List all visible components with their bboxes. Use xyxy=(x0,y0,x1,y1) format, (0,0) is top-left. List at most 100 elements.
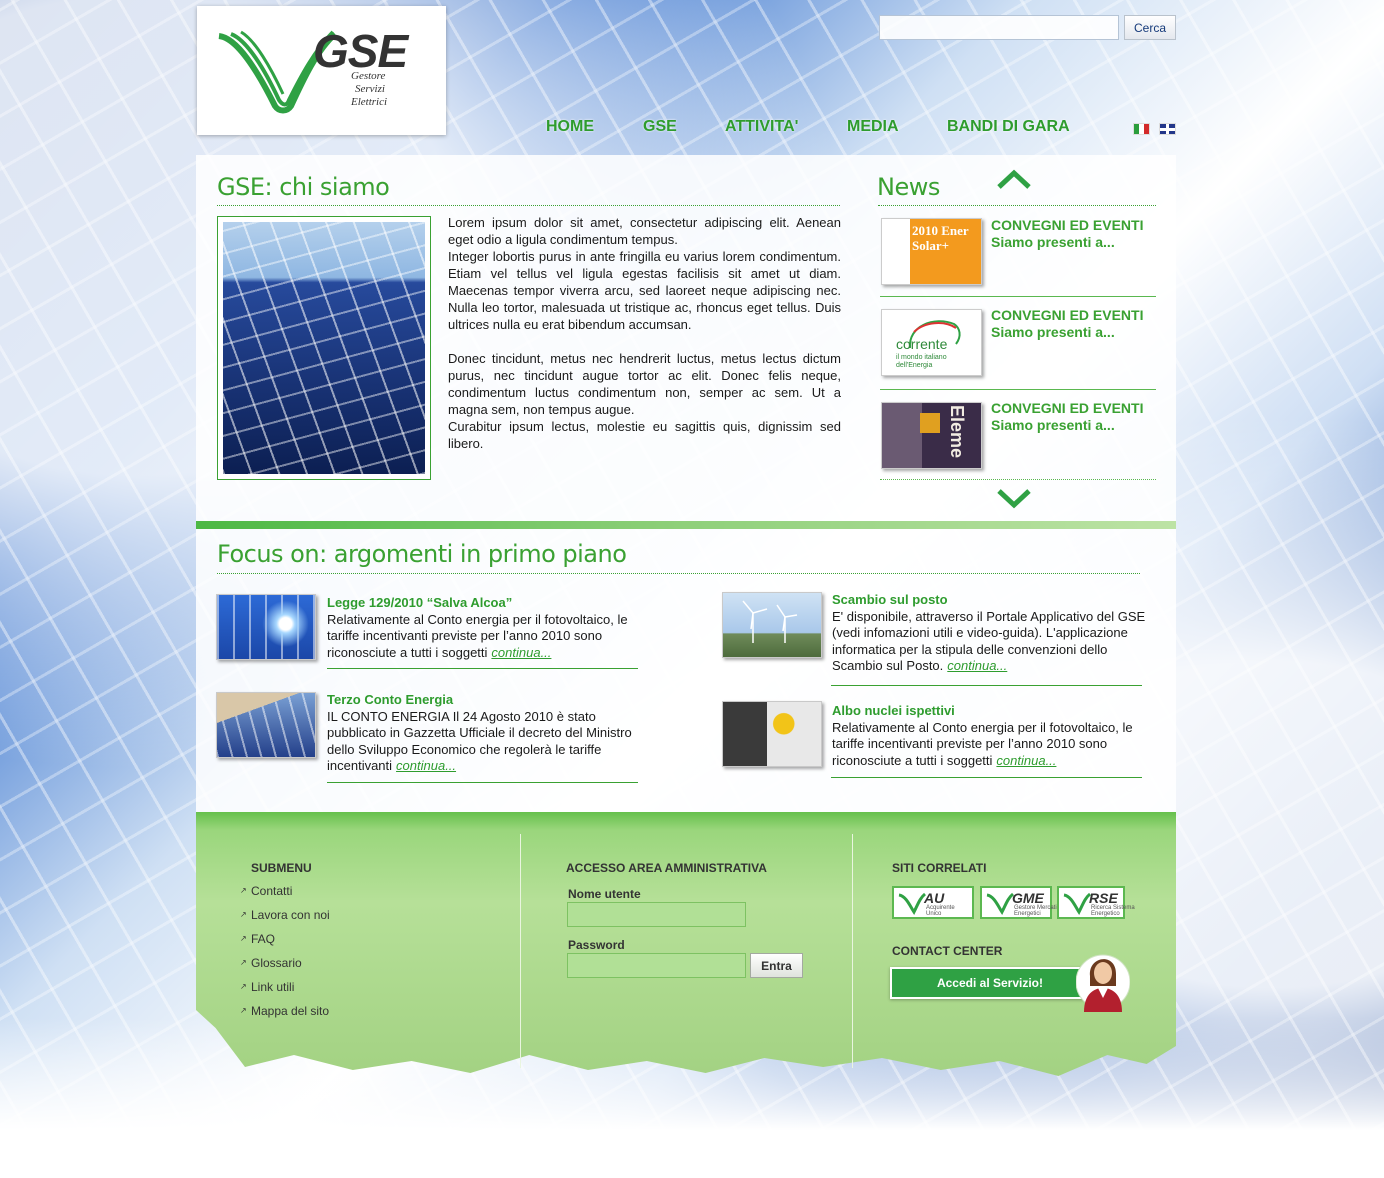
news-item[interactable]: corrente il mondo italiano dell'Energia … xyxy=(880,297,1156,390)
operator-avatar-icon xyxy=(1076,954,1130,1012)
username-label: Nome utente xyxy=(568,887,641,901)
focus-divider xyxy=(217,573,1140,574)
focus-thumb-inspector[interactable] xyxy=(722,701,822,767)
site-abbr: RSE xyxy=(1089,890,1118,906)
italian-flag-icon[interactable] xyxy=(1133,123,1150,135)
news-thumb-enersolar: 2010 Ener Solar+ xyxy=(881,218,982,285)
about-paragraph: Curabitur ipsum lectus, molestie eu sagi… xyxy=(448,419,841,451)
thumb-text: Eleme xyxy=(947,405,967,459)
solar-panels-photo xyxy=(223,222,425,474)
gse-logo[interactable]: GSE Gestore Servizi Elettrici xyxy=(197,6,446,135)
rse-swoosh-icon xyxy=(1063,892,1091,915)
search-input[interactable] xyxy=(879,15,1119,40)
logo-subtitle: Gestore Servizi Elettrici xyxy=(351,70,411,109)
nav-bandi-di-gara[interactable]: BANDI DI GARA xyxy=(947,118,1070,136)
focus-item-title[interactable]: Albo nuclei ispettivi xyxy=(832,703,1147,720)
logo-subtitle-line: Servizi xyxy=(355,83,385,95)
nav-gse[interactable]: GSE xyxy=(643,118,677,136)
about-title: GSE: chi siamo xyxy=(217,173,390,201)
section-separator xyxy=(196,521,1176,529)
site-subtitle: Ricerca Sistema Energetico xyxy=(1091,905,1135,917)
nav-media[interactable]: MEDIA xyxy=(847,118,899,136)
news-title: News xyxy=(877,173,940,201)
gme-swoosh-icon xyxy=(986,892,1014,915)
focus-title: Focus on: argomenti in primo piano xyxy=(217,540,627,568)
submenu-item-mappa-del-sito[interactable]: Mappa del sito xyxy=(240,1004,330,1028)
submenu-item-link-utili[interactable]: Link utili xyxy=(240,980,330,1004)
focus-item-title[interactable]: Scambio sul posto xyxy=(832,592,1147,609)
focus-item: Legge 129/2010 “Salva Alcoa” Relativamen… xyxy=(327,595,642,661)
focus-item-text: Relativamente al Conto energia per il fo… xyxy=(327,611,628,660)
english-flag-icon[interactable] xyxy=(1159,123,1176,135)
focus-item-title[interactable]: Terzo Conto Energia xyxy=(327,692,645,709)
focus-thumb-workers[interactable] xyxy=(216,692,316,758)
focus-item-text: IL CONTO ENERGIA Il 24 Agosto 2010 è sta… xyxy=(327,708,632,774)
news-text: Siamo presenti a... xyxy=(991,234,1115,250)
thumb-panel xyxy=(882,403,922,468)
about-paragraph: Lorem ipsum dolor sit amet, consectetur … xyxy=(448,215,841,247)
au-swoosh-icon xyxy=(898,892,926,915)
thumb-text: 2010 Ener Solar+ xyxy=(912,223,969,253)
news-thumb-corrente: corrente il mondo italiano dell'Energia xyxy=(881,309,982,376)
wind-turbine-icon xyxy=(742,600,798,643)
continue-link[interactable]: continua... xyxy=(491,645,551,660)
about-text: Lorem ipsum dolor sit amet, consectetur … xyxy=(448,214,841,452)
thumb-subtext: il mondo italiano dell'Energia xyxy=(896,354,947,369)
about-paragraph: Donec tincidunt, metus nec hendrerit luc… xyxy=(448,351,841,417)
news-category: CONVEGNI ED EVENTI xyxy=(991,307,1144,323)
focus-thumb-solar-sun[interactable] xyxy=(216,594,316,660)
related-sites-title: SITI CORRELATI xyxy=(892,861,987,875)
contact-center-button[interactable]: Accedi al Servizio! xyxy=(890,967,1090,999)
focus-item-text: Relativamente al Conto energia per il fo… xyxy=(832,719,1133,768)
news-heading: CONVEGNI ED EVENTI Siamo presenti a... xyxy=(991,307,1143,341)
nav-home[interactable]: HOME xyxy=(546,118,594,136)
about-divider xyxy=(217,205,840,206)
related-site-rse[interactable]: RSE Ricerca Sistema Energetico xyxy=(1057,886,1135,919)
news-category: CONVEGNI ED EVENTI xyxy=(991,400,1144,416)
news-item[interactable]: Eleme CONVEGNI ED EVENTI Siamo presenti … xyxy=(880,390,1156,480)
continue-link[interactable]: continua... xyxy=(996,753,1056,768)
focus-item: Terzo Conto Energia IL CONTO ENERGIA Il … xyxy=(327,692,645,775)
related-site-au[interactable]: AU Acquirente Unico xyxy=(892,886,974,919)
contact-center-title: CONTACT CENTER xyxy=(892,944,1003,958)
submenu-item-lavora-con-noi[interactable]: Lavora con noi xyxy=(240,908,330,932)
chevron-up-icon[interactable] xyxy=(996,168,1032,190)
password-field[interactable] xyxy=(567,953,746,978)
news-thumb-eleme: Eleme xyxy=(881,402,982,469)
search-button[interactable]: Cerca xyxy=(1124,15,1176,40)
footer-divider xyxy=(520,834,521,1068)
logo-subtitle-line: Elettrici xyxy=(351,96,388,108)
submenu-item-faq[interactable]: FAQ xyxy=(240,932,330,956)
continue-link[interactable]: continua... xyxy=(396,758,456,773)
username-field[interactable] xyxy=(567,902,746,927)
continue-link[interactable]: continua... xyxy=(947,658,1007,673)
submenu-item-glossario[interactable]: Glossario xyxy=(240,956,330,980)
focus-item: Albo nuclei ispettivi Relativamente al C… xyxy=(832,703,1147,769)
focus-item: Scambio sul posto E' disponibile, attrav… xyxy=(832,592,1147,675)
nav-attivita[interactable]: ATTIVITA' xyxy=(725,118,798,136)
focus-item-title[interactable]: Legge 129/2010 “Salva Alcoa” xyxy=(327,595,642,612)
thumb-panel xyxy=(920,413,940,433)
news-text: Siamo presenti a... xyxy=(991,417,1115,433)
news-text: Siamo presenti a... xyxy=(991,324,1115,340)
logo-subtitle-line: Gestore xyxy=(351,70,386,82)
about-paragraph: Integer lobortis purus in ante fringilla… xyxy=(448,249,841,332)
site-subtitle: Gestore Mercati Energetici xyxy=(1014,905,1057,917)
site-subtitle: Acquirente Unico xyxy=(926,905,955,917)
news-heading: CONVEGNI ED EVENTI Siamo presenti a... xyxy=(991,400,1143,434)
login-button[interactable]: Entra xyxy=(750,953,803,978)
focus-thumb-wind-turbines[interactable] xyxy=(722,592,822,658)
related-site-gme[interactable]: GME Gestore Mercati Energetici xyxy=(980,886,1057,919)
focus-item-divider xyxy=(327,782,638,783)
login-title: ACCESSO AREA AMMINISTRATIVA xyxy=(566,861,767,875)
submenu-item-contatti[interactable]: Contatti xyxy=(240,884,330,908)
news-item[interactable]: 2010 Ener Solar+ CONVEGNI ED EVENTI Siam… xyxy=(880,204,1156,297)
focus-item-divider xyxy=(327,668,638,669)
focus-item-divider xyxy=(831,685,1142,686)
chevron-down-icon[interactable] xyxy=(996,488,1032,510)
news-heading: CONVEGNI ED EVENTI Siamo presenti a... xyxy=(991,217,1143,251)
site-abbr: AU xyxy=(924,890,945,906)
news-category: CONVEGNI ED EVENTI xyxy=(991,217,1144,233)
password-label: Password xyxy=(568,938,625,952)
